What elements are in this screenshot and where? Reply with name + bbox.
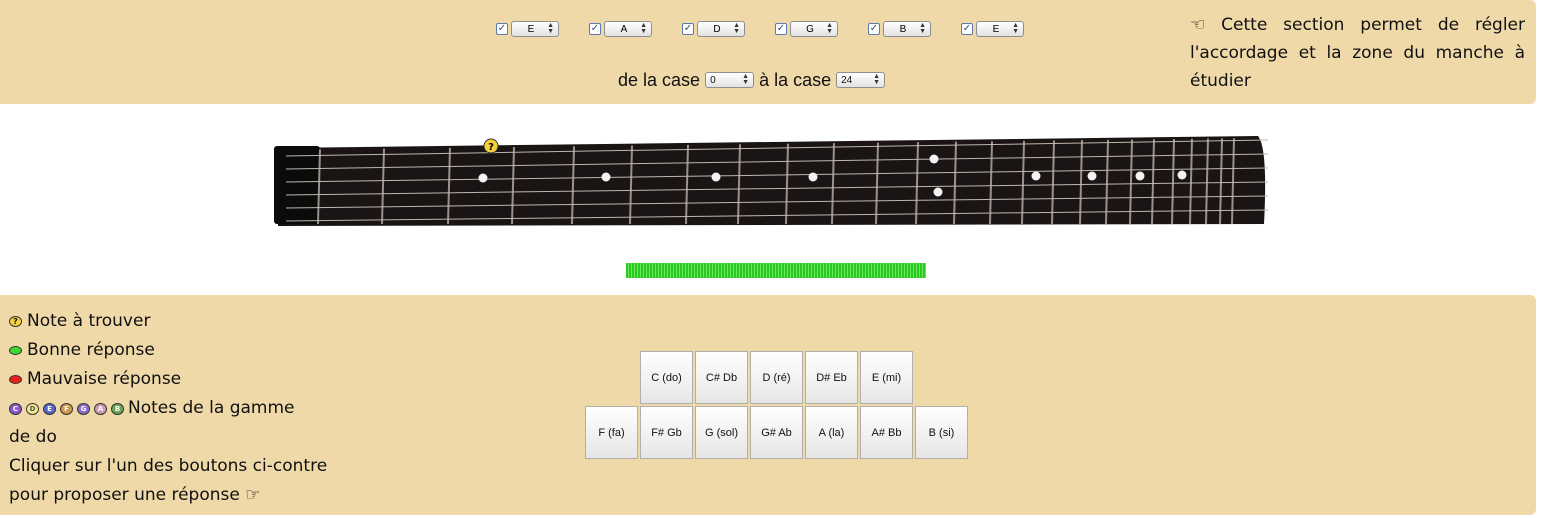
scale-note-c-icon: C bbox=[9, 402, 22, 415]
scale-note-f-icon: F bbox=[60, 402, 73, 415]
pointing-left-hand-icon: ☜ bbox=[1190, 15, 1206, 35]
scale-note-e-icon: E bbox=[43, 402, 56, 415]
from-fret-select[interactable]: 0 ▲ ▼ bbox=[705, 72, 755, 88]
note-button-g-sharp[interactable]: G# Ab bbox=[750, 406, 803, 459]
settings-panel: ✓ E ▲ ▼ ✓ A ▲ ▼ ✓ D ▲ ▼ ✓ G ▲ ▼ ✓ B ▲ ▼ ✓ E ▲ ▼ de l… bbox=[0, 0, 1536, 104]
string-3-checkbox[interactable]: ✓ bbox=[682, 23, 694, 35]
to-fret-select[interactable]: 24 ▲ ▼ bbox=[836, 72, 886, 88]
note-button-d-sharp[interactable]: D# Eb bbox=[805, 351, 858, 404]
select-arrows-icon: ▲ ▼ bbox=[826, 22, 833, 35]
note-button-g[interactable]: G (sol) bbox=[695, 406, 748, 459]
select-arrows-icon: ▲ ▼ bbox=[1012, 22, 1019, 35]
string-1-tuning-select[interactable]: E ▲ ▼ bbox=[511, 21, 559, 37]
string-4-checkbox[interactable]: ✓ bbox=[775, 23, 787, 35]
pointing-right-hand-icon: ☞ bbox=[245, 485, 261, 505]
scale-note-a-icon: A bbox=[94, 402, 107, 415]
string-2-control: ✓ A ▲ ▼ bbox=[589, 20, 652, 38]
inlay-dot bbox=[933, 187, 943, 197]
inlay-dot bbox=[929, 154, 939, 164]
fret-range-control: de la case 0 ▲ ▼ à la case 24 ▲ ▼ bbox=[618, 68, 890, 92]
select-arrows-icon: ▲ ▼ bbox=[873, 73, 881, 86]
select-arrows-icon: ▲ ▼ bbox=[733, 22, 740, 35]
to-fret-label: à la case bbox=[759, 69, 832, 90]
select-arrows-icon: ▲ ▼ bbox=[742, 73, 750, 86]
scale-note-d-icon: D bbox=[26, 402, 39, 415]
string-4-control: ✓ G ▲ ▼ bbox=[775, 20, 838, 38]
select-arrows-icon: ▲ ▼ bbox=[919, 22, 926, 35]
svg-text:?: ? bbox=[488, 142, 494, 153]
string-6-checkbox[interactable]: ✓ bbox=[961, 23, 973, 35]
inlay-dot bbox=[1087, 171, 1097, 181]
note-button-c-sharp[interactable]: C# Db bbox=[695, 351, 748, 404]
question-marker: ? bbox=[483, 138, 499, 154]
inlay-dot bbox=[711, 172, 721, 182]
good-answer-dot-icon bbox=[9, 346, 22, 355]
string-1-checkbox[interactable]: ✓ bbox=[496, 23, 508, 35]
select-arrows-icon: ▲ ▼ bbox=[547, 22, 554, 35]
inlay-dot bbox=[601, 172, 611, 182]
string-5-tuning-select[interactable]: B ▲ ▼ bbox=[883, 21, 931, 37]
inlay-dot bbox=[1177, 170, 1187, 180]
note-button-b[interactable]: B (si) bbox=[915, 406, 968, 459]
string-1-control: ✓ E ▲ ▼ bbox=[496, 20, 559, 38]
scale-note-b-icon: B bbox=[111, 402, 124, 415]
legend: ? Note à trouver Bonne réponse Mauvaise r… bbox=[9, 311, 328, 505]
string-6-control: ✓ E ▲ ▼ bbox=[961, 20, 1024, 38]
string-3-control: ✓ D ▲ ▼ bbox=[682, 20, 745, 38]
note-button-c[interactable]: C (do) bbox=[640, 351, 693, 404]
string-5-control: ✓ B ▲ ▼ bbox=[868, 20, 931, 38]
note-button-a-sharp[interactable]: A# Bb bbox=[860, 406, 913, 459]
string-4-tuning-select[interactable]: G ▲ ▼ bbox=[790, 21, 838, 37]
select-arrows-icon: ▲ ▼ bbox=[640, 22, 647, 35]
note-button-f[interactable]: F (fa) bbox=[585, 406, 638, 459]
inlay-dot bbox=[1031, 171, 1041, 181]
bad-answer-dot-icon bbox=[9, 375, 22, 384]
scale-note-g-icon: G bbox=[77, 402, 90, 415]
guitar-fretboard[interactable]: ? bbox=[268, 130, 1270, 226]
string-2-checkbox[interactable]: ✓ bbox=[589, 23, 601, 35]
note-button-a[interactable]: A (la) bbox=[805, 406, 858, 459]
inlay-dot bbox=[808, 172, 818, 182]
string-5-checkbox[interactable]: ✓ bbox=[868, 23, 880, 35]
note-button-d[interactable]: D (ré) bbox=[750, 351, 803, 404]
settings-help-text: ☜ Cette section permet de régler l'accor… bbox=[1190, 15, 1526, 91]
note-button-f-sharp[interactable]: F# Gb bbox=[640, 406, 693, 459]
string-2-tuning-select[interactable]: A ▲ ▼ bbox=[604, 21, 652, 37]
string-3-tuning-select[interactable]: D ▲ ▼ bbox=[697, 21, 745, 37]
string-6-tuning-select[interactable]: E ▲ ▼ bbox=[976, 21, 1024, 37]
timer-progress-bar bbox=[626, 263, 926, 278]
inlay-dot bbox=[478, 173, 488, 183]
question-marker-icon: ? bbox=[9, 316, 22, 327]
note-button-e[interactable]: E (mi) bbox=[860, 351, 913, 404]
inlay-dot bbox=[1135, 171, 1145, 181]
from-fret-label: de la case bbox=[618, 69, 701, 90]
